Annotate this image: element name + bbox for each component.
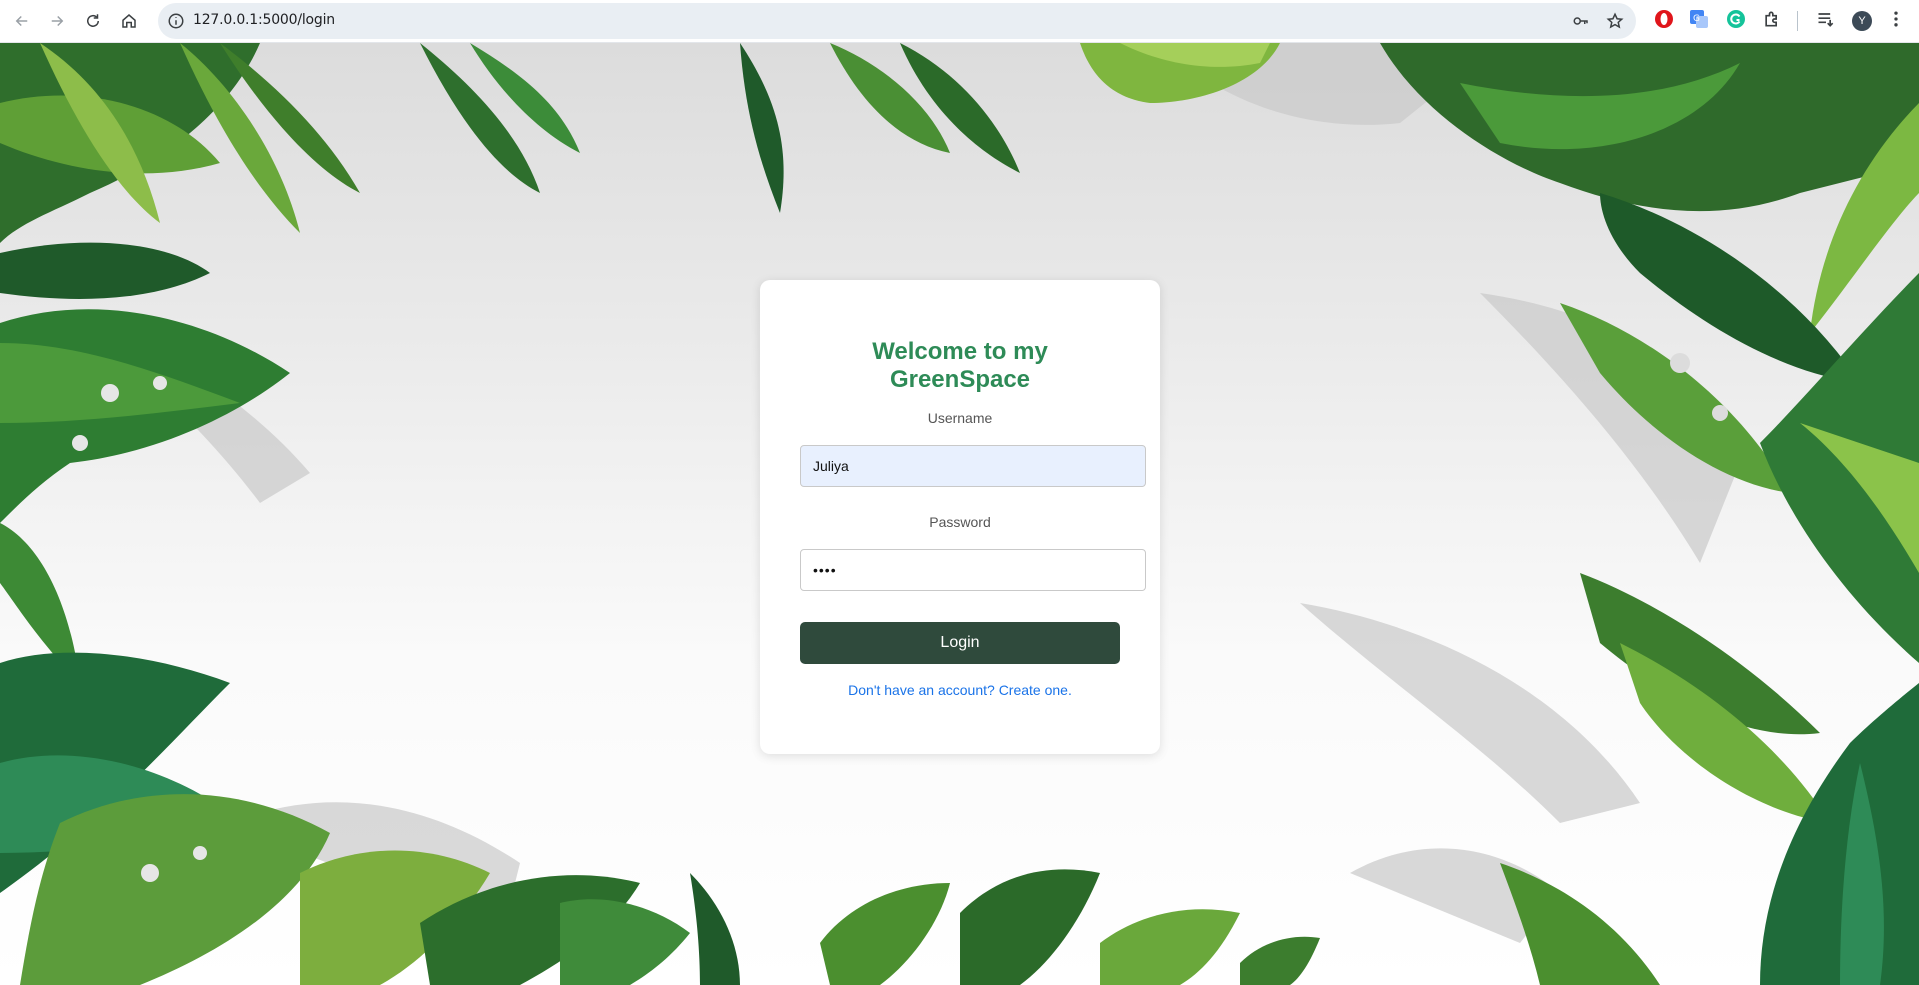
username-label: Username bbox=[927, 410, 993, 426]
address-bar[interactable]: 127.0.0.1:5000/login bbox=[158, 3, 1636, 39]
browser-toolbar: 127.0.0.1:5000/login G Y bbox=[0, 0, 1919, 43]
site-info-icon[interactable] bbox=[167, 12, 185, 30]
title-line-1: Welcome to my bbox=[872, 338, 1048, 365]
login-button[interactable]: Login bbox=[800, 622, 1120, 664]
home-icon bbox=[122, 14, 136, 28]
star-icon[interactable] bbox=[1606, 12, 1624, 30]
home-button[interactable] bbox=[116, 8, 142, 34]
back-button[interactable] bbox=[9, 8, 35, 34]
extensions-puzzle-icon[interactable] bbox=[1762, 9, 1782, 29]
password-input[interactable]: •••• bbox=[800, 549, 1146, 591]
reading-list-icon[interactable] bbox=[1816, 9, 1836, 29]
username-input[interactable]: Juliya bbox=[800, 445, 1146, 487]
page-title: Welcome to my GreenSpace bbox=[760, 338, 1160, 394]
profile-avatar[interactable]: Y bbox=[1852, 11, 1872, 31]
opera-extension-icon[interactable] bbox=[1654, 9, 1674, 29]
title-line-2: GreenSpace bbox=[889, 366, 1031, 393]
svg-text:G: G bbox=[1693, 14, 1700, 24]
reload-icon bbox=[87, 14, 99, 27]
grammarly-extension-icon[interactable] bbox=[1726, 9, 1746, 29]
url-text: 127.0.0.1:5000/login bbox=[193, 12, 335, 28]
password-label: Password bbox=[929, 514, 991, 530]
page-background: Welcome to my GreenSpace Username Juliya… bbox=[0, 43, 1919, 985]
key-icon[interactable] bbox=[1572, 12, 1590, 30]
translate-extension-icon[interactable]: G bbox=[1689, 9, 1709, 29]
toolbar-divider bbox=[1797, 11, 1798, 31]
login-card: Welcome to my GreenSpace Username Juliya… bbox=[760, 280, 1160, 754]
arrow-right-icon bbox=[51, 15, 64, 27]
arrow-left-icon bbox=[15, 15, 28, 27]
create-account-link[interactable]: Don't have an account? Create one. bbox=[760, 682, 1160, 698]
forward-button[interactable] bbox=[44, 8, 70, 34]
reload-button[interactable] bbox=[80, 8, 106, 34]
kebab-menu-icon[interactable] bbox=[1886, 9, 1906, 29]
